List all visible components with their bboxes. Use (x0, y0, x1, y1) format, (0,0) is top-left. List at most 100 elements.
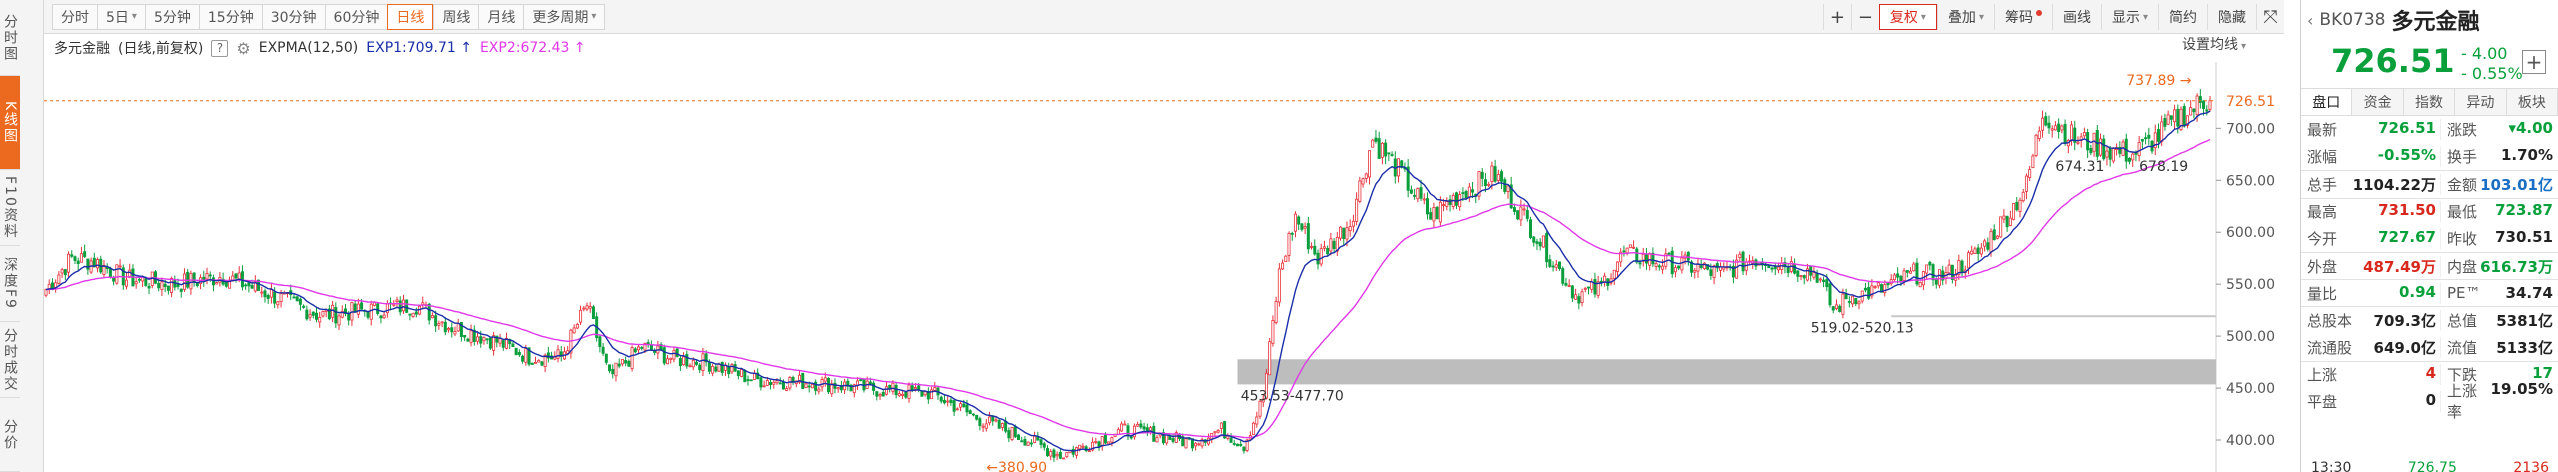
quote-label: 昨收 (2447, 229, 2478, 248)
chevron-down-icon: ▾ (2240, 41, 2246, 52)
candle-body (1071, 448, 1075, 455)
left-tab-4[interactable]: 分时成交 (0, 322, 20, 398)
price-block: 726.51 - 4.00 - 0.55% + (2301, 40, 2558, 88)
candle-body (901, 393, 905, 396)
quote-tab-2[interactable]: 指数 (2404, 89, 2456, 115)
display-button[interactable]: 显示 ▾ (2100, 4, 2158, 30)
period-tab-3[interactable]: 15分钟 (198, 3, 262, 30)
period-tab-4[interactable]: 30分钟 (261, 3, 325, 30)
chips-button[interactable]: 筹码 (1993, 4, 2052, 30)
candle-body (1516, 210, 1520, 220)
candle-body (1603, 275, 1607, 283)
candle-body (1644, 254, 1648, 264)
overlay-button[interactable]: 叠加 ▾ (1936, 4, 1994, 30)
left-tab-5[interactable]: 分价 (0, 398, 20, 472)
candle-body (740, 369, 744, 377)
period-tab-7[interactable]: 周线 (433, 3, 479, 30)
candle-body (137, 278, 141, 281)
chevron-left-icon[interactable]: ‹ (2307, 11, 2313, 30)
candle-body (2166, 114, 2170, 125)
candle-body (305, 309, 309, 320)
toolbar-right: + − 复权 ▾ 叠加 ▾ 筹码 画线 显示 ▾ 简约 隐藏 ⤧ (1822, 0, 2284, 34)
candle-body (1361, 178, 1365, 185)
kline-chart-svg[interactable]: 400.00 450.00 500.00 550.00 600.00 650.00 700.… (44, 62, 2280, 472)
zoom-out-button[interactable]: − (1850, 4, 1879, 30)
candle-body (701, 353, 705, 371)
candle-body (1442, 204, 1446, 207)
left-tab-2[interactable]: F10资料 (0, 170, 20, 246)
period-tab-0[interactable]: 分时 (52, 3, 97, 30)
quote-label: 涨幅 (2307, 148, 2338, 167)
quote-tab-4[interactable]: 板块 (2507, 89, 2558, 115)
candle-body (240, 271, 244, 288)
candle-body (1532, 236, 1536, 243)
candle-body (1973, 248, 1977, 254)
simple-mode-button[interactable]: 简约 (2158, 4, 2207, 30)
candle-body (1909, 270, 1913, 274)
candle-body (598, 336, 602, 347)
candle-body (67, 253, 71, 273)
candle-body (1786, 267, 1790, 274)
candle-body (1467, 186, 1471, 198)
candle-body (1152, 425, 1156, 442)
quote-tab-3[interactable]: 异动 (2455, 89, 2507, 115)
candle-body (575, 324, 579, 329)
candle-body (2070, 124, 2074, 141)
quote-label: 上涨 (2307, 366, 2338, 385)
period-tab-5[interactable]: 60分钟 (324, 3, 388, 30)
candle-body (182, 273, 186, 290)
candle-body (572, 327, 576, 334)
candle-body (2198, 96, 2202, 103)
help-icon[interactable]: ? (211, 39, 229, 57)
candle-body (392, 303, 396, 306)
gear-icon[interactable]: ⚙ (236, 39, 250, 58)
draw-line-button[interactable]: 画线 (2051, 4, 2101, 30)
settings-ma-button[interactable]: 设置均线 ▾ (2182, 34, 2246, 54)
candle-body (157, 282, 161, 289)
quote-tab-0[interactable]: 盘口 (2301, 89, 2353, 115)
candle-body (1303, 226, 1307, 229)
candle-body (1628, 244, 1632, 249)
hide-button[interactable]: 隐藏 (2207, 4, 2256, 30)
candle-body (669, 357, 673, 360)
quote-value: ▾4.00 (2508, 119, 2553, 138)
candle-body (2021, 191, 2025, 202)
quote-panel: ‹ BK0738 多元金融 726.51 - 4.00 - 0.55% + 盘口… (2300, 0, 2558, 472)
period-group: 分时 5日 ▾ 5分钟 15分钟 30分钟 60分钟 日线 周线 月线 更多周期 ▾ (52, 3, 606, 30)
left-tab-3[interactable]: 深度F9 (0, 246, 20, 322)
candle-body (1100, 436, 1104, 447)
candle-body (414, 311, 418, 315)
period-tab-9[interactable]: 更多周期 ▾ (523, 3, 606, 30)
quote-tab-1[interactable]: 资金 (2352, 89, 2404, 115)
exp1-line (45, 110, 2211, 452)
candle-body (1896, 273, 1900, 278)
candle-body (2173, 109, 2177, 123)
candle-body (115, 264, 119, 284)
period-tab-6[interactable]: 日线 (387, 3, 434, 30)
candle-body (984, 423, 988, 429)
candle-body (975, 414, 979, 420)
candle-body (76, 260, 80, 264)
stock-code: BK0738 (2319, 10, 2386, 30)
candle-body (96, 259, 100, 269)
candle-body (1551, 265, 1555, 268)
candle-body (1548, 259, 1552, 267)
expand-icon[interactable]: ⤧ (2256, 4, 2284, 30)
period-tab-2[interactable]: 5分钟 (144, 3, 199, 30)
period-tab-1[interactable]: 5日 ▾ (97, 3, 145, 30)
period-tab-8[interactable]: 月线 (478, 3, 524, 30)
candle-body (614, 362, 618, 377)
fuquan-button[interactable]: 复权 ▾ (1878, 4, 1937, 30)
kline-chart[interactable]: 400.00 450.00 500.00 550.00 600.00 650.00 700.… (44, 62, 2280, 472)
add-watchlist-button[interactable]: + (2522, 50, 2546, 74)
candle-body (2099, 138, 2103, 156)
left-tab-1[interactable]: K线图 (0, 76, 20, 170)
candle-body (1657, 265, 1661, 268)
candle-body (1252, 422, 1256, 435)
zoom-in-button[interactable]: + (1822, 4, 1851, 30)
change-value: - 4.00 (2461, 44, 2508, 63)
exp1-text: EXP1:709.71 (366, 40, 456, 56)
candle-body (1232, 443, 1236, 445)
quote-label: 外盘 (2307, 257, 2338, 276)
left-tab-0[interactable]: 分时图 (0, 0, 20, 76)
